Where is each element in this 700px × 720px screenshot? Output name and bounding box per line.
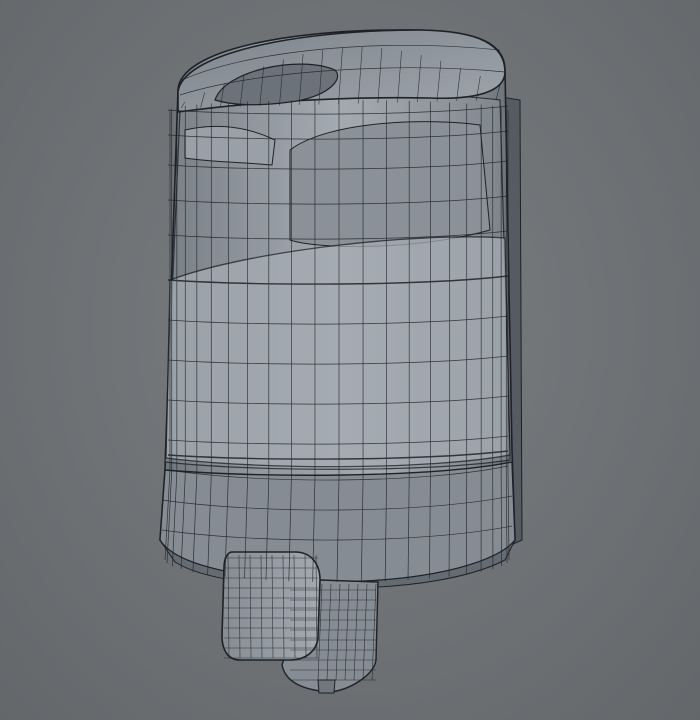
liquid-volume — [165, 236, 511, 468]
dispenser-model — [159, 29, 523, 694]
3d-viewport — [0, 0, 700, 720]
nozzle-tip — [317, 679, 336, 694]
inner-chamber-top — [289, 121, 491, 248]
